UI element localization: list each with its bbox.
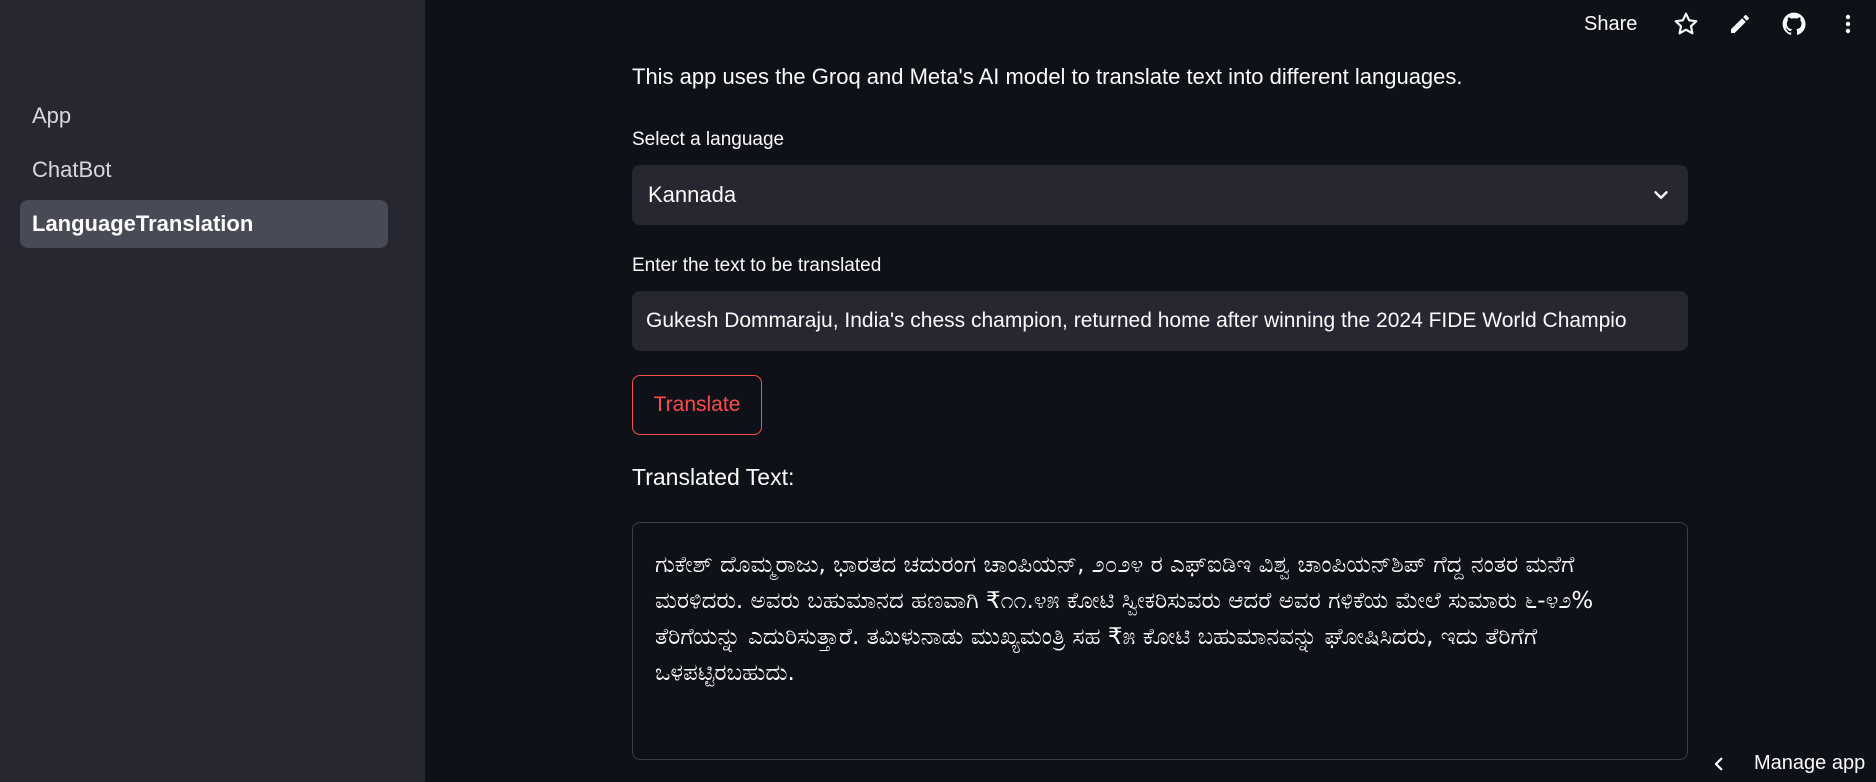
manage-app-button[interactable]: Manage app — [1710, 745, 1866, 782]
chevron-down-icon — [1650, 184, 1672, 206]
language-select-value: Kannada — [648, 182, 737, 207]
chevron-left-icon — [1710, 755, 1728, 773]
star-icon[interactable] — [1672, 10, 1700, 38]
sidebar: App ChatBot LanguageTranslation — [0, 0, 425, 782]
translated-text-output: ಗುಕೇಶ್ ದೊಮ್ಮರಾಜು, ಭಾರತದ ಚದುರಂಗ ಚಾಂಪಿಯನ್,… — [632, 522, 1688, 760]
text-input-label: Enter the text to be translated — [632, 255, 882, 276]
manage-app-label: Manage app — [1754, 752, 1866, 774]
sidebar-item-languagetranslation[interactable]: LanguageTranslation — [20, 200, 388, 248]
sidebar-item-label: ChatBot — [32, 157, 112, 182]
text-to-translate-input[interactable] — [632, 291, 1688, 351]
more-vertical-icon[interactable] — [1834, 10, 1862, 38]
share-button[interactable]: Share — [1584, 9, 1637, 39]
sidebar-item-label: App — [32, 103, 72, 128]
app-description: This app uses the Groq and Meta's AI mod… — [632, 64, 1463, 89]
translate-button[interactable]: Translate — [632, 375, 762, 435]
pencil-icon[interactable] — [1726, 10, 1754, 38]
language-select[interactable]: Kannada — [632, 165, 1688, 225]
sidebar-item-chatbot[interactable]: ChatBot — [20, 146, 388, 194]
translated-text-heading: Translated Text: — [632, 464, 795, 490]
language-select-label: Select a language — [632, 129, 785, 150]
sidebar-item-app[interactable]: App — [20, 92, 388, 140]
sidebar-item-label: LanguageTranslation — [32, 211, 254, 236]
github-icon[interactable] — [1780, 10, 1808, 38]
